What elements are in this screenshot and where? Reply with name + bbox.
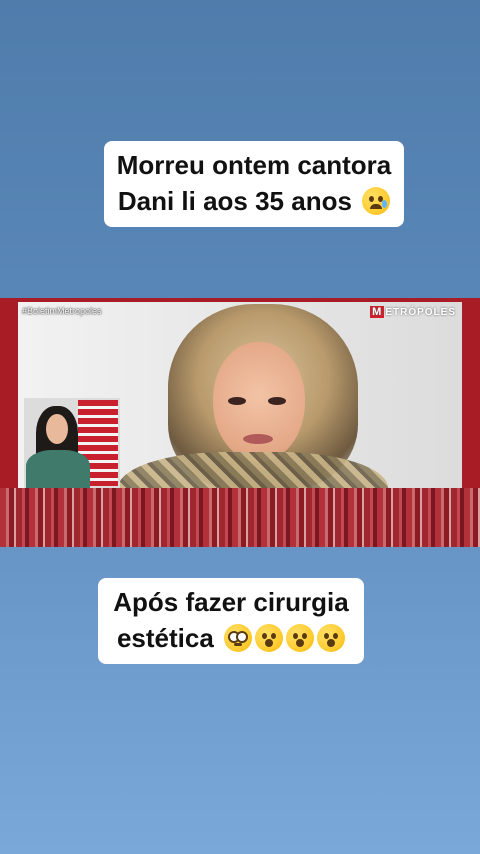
bottom-caption-line-2-row: estética <box>108 620 354 656</box>
bottom-caption-line-2: estética <box>116 623 214 653</box>
singer-lips <box>243 434 273 444</box>
top-caption-line-1: Morreu ontem cantora <box>116 150 392 180</box>
presenter-face <box>46 414 68 444</box>
presenter-body <box>26 450 90 490</box>
top-caption: Morreu ontem cantora Dani li aos 35 anos <box>104 141 404 227</box>
top-caption-line-2: Dani li aos 35 anos <box>117 186 352 216</box>
singer-eye-right <box>268 397 286 405</box>
astonished-face-icon <box>255 624 284 652</box>
top-caption-line-2-row: Dani li aos 35 anos <box>114 183 394 219</box>
astonished-face-icon <box>286 624 315 652</box>
bottom-caption: Após fazer cirurgia estética <box>98 578 364 664</box>
metropoles-brand-logo: M ETRÓPOLES <box>370 306 456 318</box>
brand-rest: ETRÓPOLES <box>385 307 456 318</box>
brand-initial: M <box>370 306 385 318</box>
crying-face-icon <box>362 187 391 215</box>
singer-eye-left <box>228 397 246 405</box>
presenter-inset <box>24 398 120 490</box>
bottom-caption-line-1: Após fazer cirurgia <box>113 587 349 617</box>
astonished-face-icon <box>317 624 346 652</box>
singer-face <box>213 342 305 462</box>
video-hashtag: #BoletimMetropoles <box>22 306 102 316</box>
video-glitch-band <box>0 488 480 547</box>
pleading-face-icon <box>224 624 253 652</box>
video-frame[interactable]: #BoletimMetropoles M ETRÓPOLES <box>0 298 480 547</box>
